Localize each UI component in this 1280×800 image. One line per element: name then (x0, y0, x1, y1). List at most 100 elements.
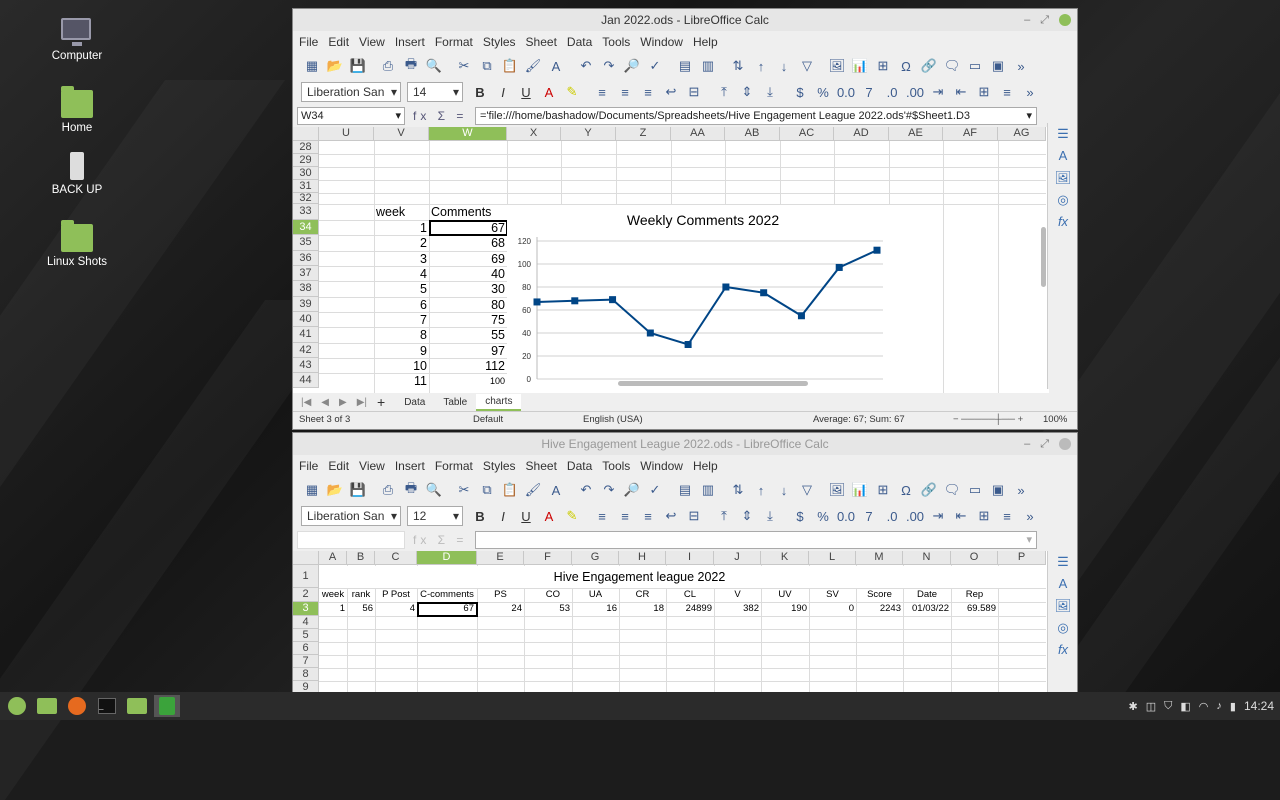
menu-file[interactable]: File (299, 35, 318, 49)
cell-comments[interactable]: 67 (429, 221, 505, 235)
name-box[interactable]: W34 ▾ (297, 107, 405, 125)
header-v[interactable]: V (714, 589, 761, 600)
outdent-icon[interactable]: ⇤ (950, 506, 972, 526)
cell-comments[interactable]: 69 (429, 252, 505, 266)
clear-format-icon[interactable]: A (545, 56, 567, 76)
hyperlink-icon[interactable]: 🔗 (918, 56, 940, 76)
menu-file[interactable]: File (299, 459, 318, 473)
menu-format[interactable]: Format (435, 459, 473, 473)
outdent-icon[interactable]: ⇤ (950, 82, 972, 102)
header-footer-icon[interactable]: ▭ (964, 56, 986, 76)
column-header-f[interactable]: F (524, 551, 572, 565)
font-color-icon[interactable]: A (538, 506, 560, 526)
align-top-icon[interactable]: ⤒ (713, 82, 735, 102)
pivot-icon[interactable]: ⊞ (872, 480, 894, 500)
menu-data[interactable]: Data (567, 35, 592, 49)
cell-rep[interactable]: 69.589 (951, 603, 996, 614)
row-header[interactable]: 44 (293, 373, 319, 388)
find-icon[interactable]: 🔎 (621, 56, 643, 76)
sort-ascending-icon[interactable]: ↑ (750, 480, 772, 500)
spelling-icon[interactable]: ✓ (644, 480, 666, 500)
calc-window-hive[interactable]: Hive Engagement League 2022.ods - LibreO… (292, 432, 1078, 692)
cell-week-header[interactable]: week (376, 205, 405, 219)
network-icon[interactable]: ◧ (1180, 700, 1190, 713)
date-icon[interactable]: 7 (858, 506, 880, 526)
indent-icon[interactable]: ⇥ (927, 82, 949, 102)
menu-help[interactable]: Help (693, 35, 718, 49)
cell-week[interactable]: 3 (374, 252, 427, 266)
sheet-heading[interactable]: Hive Engagement league 2022 (319, 570, 960, 584)
zoom-slider[interactable]: − ─────┼── + (953, 414, 1043, 425)
comment-icon[interactable]: 🗨 (941, 480, 963, 500)
spreadsheet-grid[interactable]: A B C D E F G H I J K L M N O P 1 2 3 4 … (293, 551, 1049, 692)
chart-container[interactable]: Weekly Comments 2022 0 20 40 60 80 100 120 (507, 205, 899, 393)
column-header-y[interactable]: Y (561, 127, 616, 141)
align-left-icon[interactable]: ≡ (591, 82, 613, 102)
align-bottom-icon[interactable]: ⤓ (759, 506, 781, 526)
percent-icon[interactable]: % (812, 506, 834, 526)
cut-icon[interactable]: ✂ (453, 56, 475, 76)
special-character-icon[interactable]: Ω (895, 480, 917, 500)
column-header-c[interactable]: C (375, 551, 417, 565)
column-header-w[interactable]: W (429, 127, 507, 141)
add-sheet-icon[interactable]: + (377, 394, 385, 410)
firefox-icon[interactable] (64, 695, 90, 717)
sort-descending-icon[interactable]: ↓ (773, 56, 795, 76)
column-header-v[interactable]: V (374, 127, 429, 141)
terminal-icon[interactable]: _ (94, 695, 120, 717)
cell-c-comments[interactable]: 67 (417, 603, 474, 614)
more-icon[interactable]: » (1010, 56, 1032, 76)
header-rank[interactable]: rank (347, 589, 375, 600)
menu-tools[interactable]: Tools (602, 459, 630, 473)
functions-icon[interactable]: fx (1048, 211, 1077, 233)
row-header[interactable]: 36 (293, 251, 319, 266)
cell-rank[interactable]: 56 (347, 603, 373, 614)
column-icon[interactable]: ▥ (697, 56, 719, 76)
font-name-box[interactable]: Liberation San ▾ (301, 506, 401, 526)
column-header-m[interactable]: M (856, 551, 903, 565)
maximize-icon[interactable]: ⤢ (1040, 438, 1059, 450)
column-header-ad[interactable]: AD (834, 127, 889, 141)
column-header-ag[interactable]: AG (998, 127, 1046, 141)
cell-cl[interactable]: 24899 (666, 603, 712, 614)
cell-ps[interactable]: 24 (477, 603, 522, 614)
cell-comments[interactable]: 100 (429, 376, 505, 386)
font-name-box[interactable]: Liberation San ▾ (301, 82, 401, 102)
window-titlebar[interactable]: Hive Engagement League 2022.ods - LibreO… (293, 433, 1077, 455)
vertical-scrollbar-thumb[interactable] (1041, 227, 1046, 287)
tab-charts[interactable]: charts (476, 393, 522, 411)
font-color-icon[interactable]: A (538, 82, 560, 102)
row-header[interactable]: 4 (293, 616, 319, 629)
header-ua[interactable]: UA (572, 589, 619, 600)
column-header-p[interactable]: P (998, 551, 1046, 565)
navigator-icon[interactable]: ◎ (1048, 189, 1077, 211)
sort-descending-icon[interactable]: ↓ (773, 480, 795, 500)
maximize-icon[interactable]: ⤢ (1040, 14, 1059, 26)
header-score[interactable]: Score (856, 589, 903, 600)
column-header-b[interactable]: B (347, 551, 375, 565)
redo-icon[interactable]: ↷ (598, 480, 620, 500)
borders-icon[interactable]: ⊞ (973, 82, 995, 102)
row-header[interactable]: 8 (293, 668, 319, 681)
align-top-icon[interactable]: ⤒ (713, 506, 735, 526)
first-sheet-icon[interactable]: |◀ (301, 397, 311, 408)
cell-week[interactable]: 6 (374, 298, 427, 312)
column-header-af[interactable]: AF (943, 127, 998, 141)
align-middle-icon[interactable]: ⇕ (736, 506, 758, 526)
print-preview-icon[interactable]: 🔍 (423, 480, 445, 500)
column-header-aa[interactable]: AA (671, 127, 725, 141)
sort-icon[interactable]: ⇅ (727, 480, 749, 500)
cell-comments[interactable]: 55 (429, 328, 505, 342)
cell-comments-header[interactable]: Comments (431, 205, 491, 219)
tab-table[interactable]: Table (434, 395, 476, 410)
column-header-a[interactable]: A (319, 551, 347, 565)
prev-sheet-icon[interactable]: ◀ (321, 397, 329, 408)
italic-icon[interactable]: I (492, 506, 514, 526)
row-header-active[interactable]: 3 (293, 602, 319, 616)
cell-cr[interactable]: 18 (619, 603, 664, 614)
minimize-icon[interactable]: – (1024, 14, 1040, 26)
row-header[interactable]: 39 (293, 297, 319, 312)
highlight-icon[interactable]: ✎ (561, 506, 583, 526)
menu-window[interactable]: Window (640, 35, 683, 49)
desktop-icon-home[interactable]: Home (36, 86, 118, 134)
